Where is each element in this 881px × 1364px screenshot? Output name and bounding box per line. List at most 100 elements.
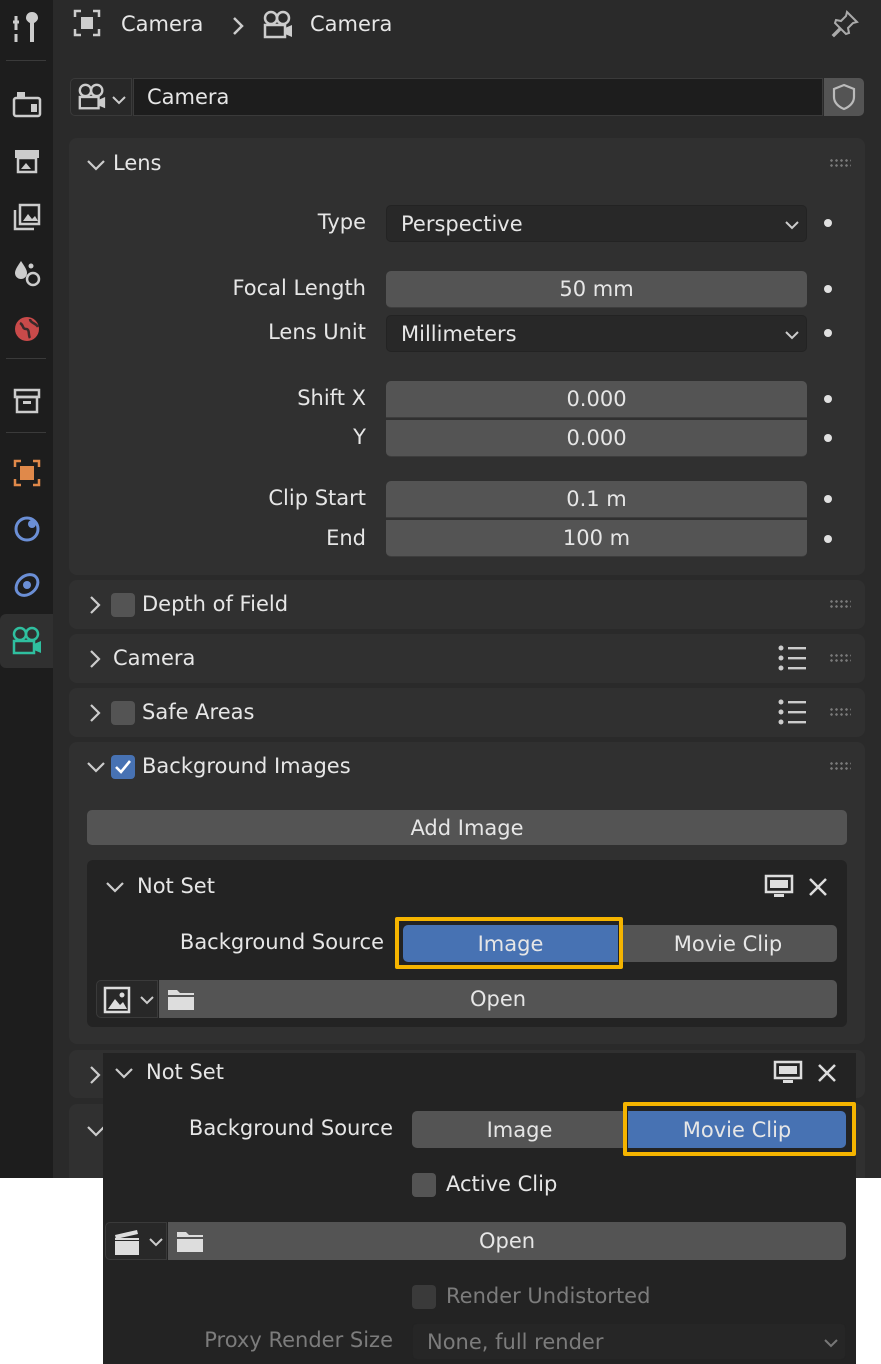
breadcrumb-separator-icon [230,14,246,43]
clip-start-label: Clip Start [268,486,366,510]
collection-icon[interactable] [8,382,46,420]
world-icon[interactable] [8,310,46,348]
shift-y-field[interactable]: 0.000 [386,420,807,457]
clip-browse-button[interactable] [105,1222,167,1260]
checkmark-icon [115,760,132,774]
background-images-checkbox[interactable] [111,755,135,779]
chevron-right-icon [90,704,101,722]
dropdown-value: None, full render [427,1329,604,1354]
output-icon[interactable] [8,142,46,180]
monitor-icon[interactable] [773,1060,803,1086]
depth-of-field-panel[interactable]: Depth of Field [69,580,865,629]
render-undistorted-checkbox[interactable] [412,1285,436,1309]
keyframe-dot-icon[interactable] [824,285,832,293]
chevron-down-icon [149,1238,163,1247]
depth-of-field-checkbox[interactable] [111,593,135,617]
focal-length-field[interactable]: 50 mm [386,271,807,308]
camera-data-icon[interactable] [8,622,46,660]
active-clip-label: Active Clip [446,1172,558,1196]
lens-type-dropdown[interactable]: Perspective [386,205,807,242]
dropdown-value: Millimeters [401,321,517,346]
close-icon[interactable] [806,875,830,899]
open-clip-button[interactable]: Open [168,1222,846,1260]
image-browse-button[interactable] [96,980,158,1018]
source-movie-clip-button[interactable]: Movie Clip [619,925,837,962]
clip-start-field[interactable]: 0.1 m [386,481,807,518]
pin-icon[interactable] [830,9,860,44]
render-icon[interactable] [8,86,46,124]
datablock-name-field[interactable]: Camera [133,78,823,116]
shift-y-label: Y [353,425,366,449]
keyframe-dot-icon[interactable] [824,495,832,503]
chevron-down-icon [824,1339,838,1348]
shift-x-label: Shift X [297,386,366,410]
chevron-down-icon [140,996,154,1005]
object-data-constraint-icon[interactable] [8,566,46,604]
safe-areas-panel[interactable]: Safe Areas [69,688,865,737]
breadcrumb-data: Camera [310,12,393,36]
clip-end-label: End [326,526,366,550]
scene-icon[interactable] [8,254,46,292]
dropdown-value: Perspective [401,211,523,236]
keyframe-dot-icon[interactable] [824,395,832,403]
monitor-icon[interactable] [764,874,794,900]
drag-handle-icon[interactable] [829,158,851,168]
chevron-right-icon [90,650,101,668]
keyframe-dot-icon[interactable] [824,535,832,543]
item-title: Not Set [137,874,215,898]
drag-handle-icon[interactable] [829,707,851,717]
type-label: Type [317,210,366,234]
chevron-down-icon[interactable] [85,756,107,778]
chevron-right-icon [90,596,101,614]
presets-list-icon[interactable] [777,698,807,726]
close-icon[interactable] [815,1061,839,1085]
object-icon[interactable] [8,454,46,492]
drag-handle-icon[interactable] [829,761,851,771]
datablock-browse-button[interactable] [70,78,132,116]
active-clip-checkbox[interactable] [412,1173,436,1197]
camera-panel[interactable]: Camera [69,634,865,683]
item-title: Not Set [146,1060,224,1084]
clapperboard-icon [115,1230,139,1255]
drag-handle-icon[interactable] [829,653,851,663]
tool-icon[interactable] [8,8,46,46]
camera-data-icon [262,9,294,46]
focal-length-label: Focal Length [232,276,366,300]
keyframe-dot-icon[interactable] [824,219,832,227]
keyframe-dot-icon[interactable] [824,329,832,337]
shield-icon [832,83,856,111]
render-undistorted-label: Render Undistorted [446,1284,651,1308]
panel-title: Camera [113,646,196,670]
safe-areas-checkbox[interactable] [111,701,135,725]
clip-end-field[interactable]: 100 m [386,520,807,557]
highlight-box [623,1102,856,1156]
shift-x-field[interactable]: 0.000 [386,381,807,418]
proxy-render-size-label: Proxy Render Size [204,1328,393,1352]
image-icon [103,986,131,1014]
add-image-button[interactable]: Add Image [87,810,847,845]
presets-list-icon[interactable] [777,644,807,672]
chevron-down-icon [87,160,105,171]
lens-unit-dropdown[interactable]: Millimeters [386,315,807,352]
lens-panel-header[interactable]: Lens [69,138,865,192]
object-icon [72,8,106,42]
background-source-label: Background Source [188,1116,393,1140]
chevron-down-icon[interactable] [104,876,126,898]
physics-icon[interactable] [8,510,46,548]
panel-title: Lens [113,151,162,175]
drag-handle-icon[interactable] [829,599,851,609]
proxy-render-size-dropdown[interactable]: None, full render [412,1323,846,1360]
fake-user-button[interactable] [824,78,864,116]
chevron-down-icon [111,89,127,113]
view-layer-icon[interactable] [8,198,46,236]
folder-icon [177,1232,203,1252]
source-image-button[interactable]: Image [412,1111,627,1148]
button-label: Open [478,1229,536,1253]
chevron-down-icon[interactable] [113,1062,135,1084]
chevron-down-icon [785,221,799,230]
camera-data-icon [77,82,107,117]
open-image-button[interactable]: Open [159,980,837,1018]
panel-title: Safe Areas [142,700,255,724]
keyframe-dot-icon[interactable] [824,434,832,442]
chevron-down-icon [785,331,799,340]
